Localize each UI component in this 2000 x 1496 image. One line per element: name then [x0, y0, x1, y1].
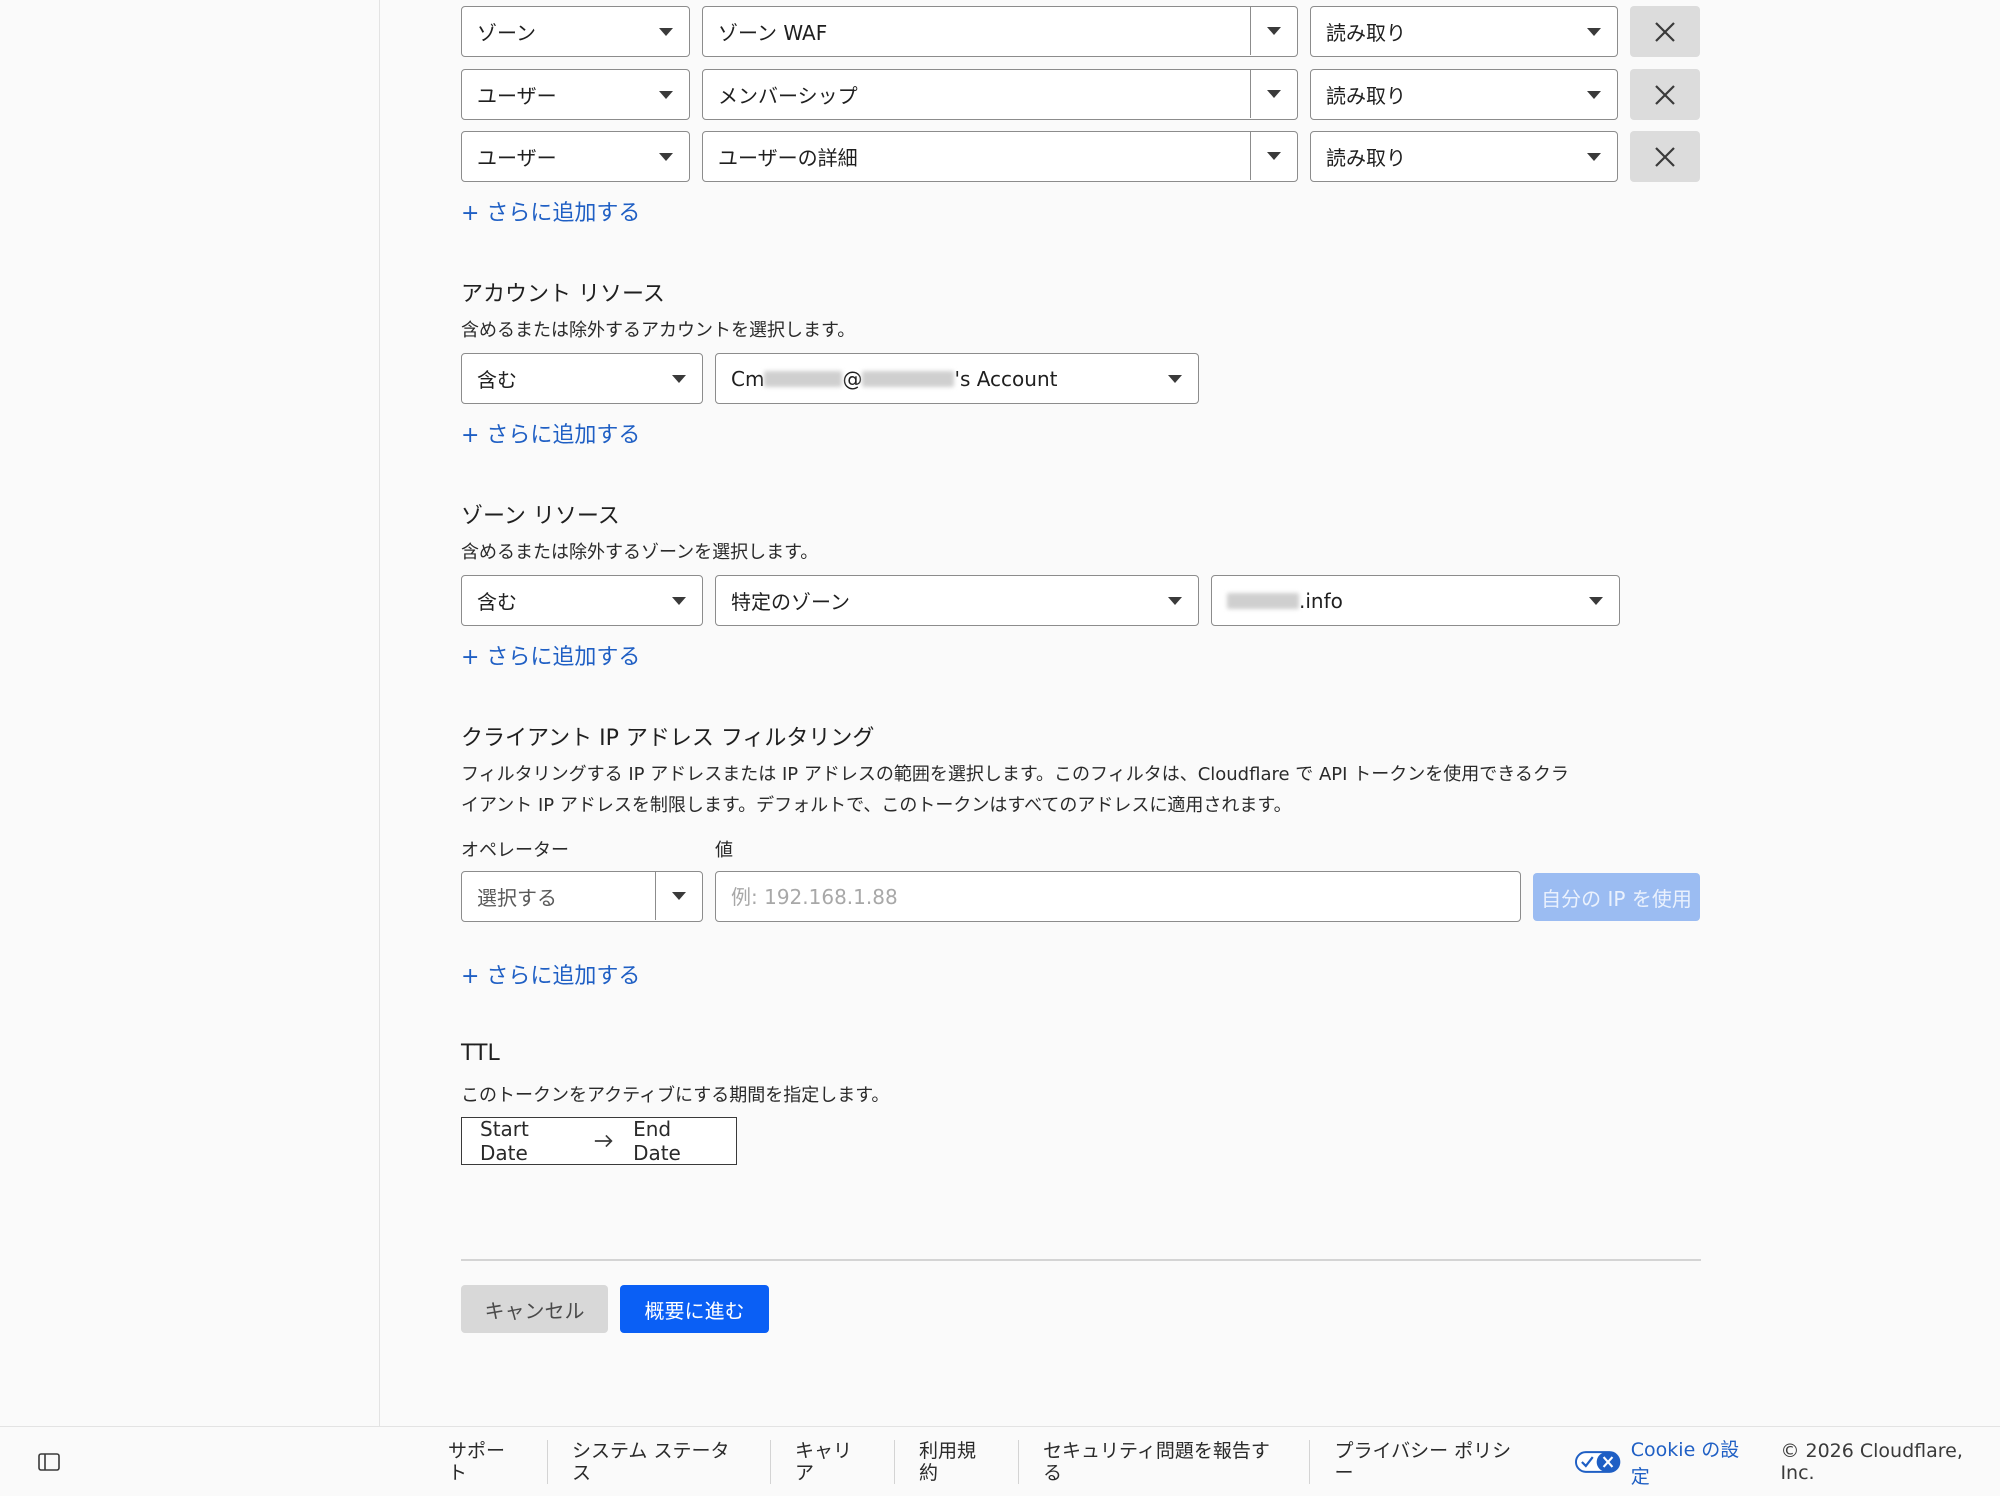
zone-include-select[interactable]: 含む — [461, 575, 703, 626]
permission-item-select[interactable]: メンバーシップ — [702, 69, 1298, 120]
redacted-text — [764, 370, 843, 387]
footer-link-system-status[interactable]: システム ステータス — [548, 1440, 772, 1484]
dropdown-toggle[interactable] — [1250, 132, 1297, 180]
footer-link-terms[interactable]: 利用規約 — [895, 1440, 1019, 1484]
zone-resource-row: 含む 特定のゾーン .info — [461, 575, 1620, 626]
use-my-ip-button[interactable]: 自分の IP を使用 — [1533, 873, 1700, 921]
operator-label: オペレーター — [461, 840, 569, 861]
chevron-down-icon — [672, 892, 686, 900]
close-icon — [1655, 21, 1675, 42]
chevron-down-icon — [1267, 90, 1281, 98]
zone-resources-title: ゾーン リソース — [461, 504, 620, 529]
ttl-date-range-picker[interactable]: Start Date End Date — [461, 1117, 737, 1165]
copyright: © 2026 Cloudflare, Inc. — [1780, 1440, 1963, 1484]
ttl-title: TTL — [461, 1041, 500, 1066]
add-ip-filter-link[interactable]: + さらに追加する — [461, 958, 640, 990]
continue-to-summary-button[interactable]: 概要に進む — [620, 1285, 769, 1333]
footer-links: サポート システム ステータス キャリア 利用規約 セキュリティ問題を報告する … — [448, 1427, 2000, 1496]
chevron-down-icon — [1267, 152, 1281, 160]
add-zone-resource-link[interactable]: + さらに追加する — [461, 639, 640, 671]
permission-access-select[interactable]: 読み取り — [1310, 131, 1618, 182]
divider — [461, 1259, 1701, 1261]
permission-row: ユーザー メンバーシップ 読み取り — [461, 69, 1700, 120]
arrow-right-icon — [594, 1134, 613, 1148]
close-icon — [1655, 84, 1675, 105]
dropdown-toggle[interactable] — [655, 872, 702, 920]
ip-filtering-description-line2: イアント IP アドレスを制限します。デフォルトで、このトークンはすべてのアドレ… — [461, 795, 1292, 816]
permission-access-select[interactable]: 読み取り — [1310, 6, 1618, 57]
left-sidebar — [0, 0, 380, 1496]
ip-filtering-title: クライアント IP アドレス フィルタリング — [461, 726, 875, 751]
permission-row: ユーザー ユーザーの詳細 読み取り — [461, 131, 1700, 182]
cancel-button[interactable]: キャンセル — [461, 1285, 608, 1333]
start-date[interactable]: Start Date — [480, 1117, 575, 1165]
ttl-description: このトークンをアクティブにする期間を指定します。 — [461, 1085, 890, 1106]
permission-row: ゾーン ゾーン WAF 読み取り — [461, 6, 1700, 57]
chevron-down-icon — [672, 597, 686, 605]
account-include-select[interactable]: 含む — [461, 353, 703, 404]
account-resources-description: 含めるまたは除外するアカウントを選択します。 — [461, 320, 856, 341]
remove-row-button[interactable] — [1630, 131, 1700, 182]
chevron-down-icon — [1589, 597, 1603, 605]
chevron-down-icon — [659, 91, 673, 99]
redacted-text — [862, 370, 955, 387]
remove-row-button[interactable] — [1630, 6, 1700, 57]
account-resources-title: アカウント リソース — [461, 282, 665, 307]
ip-filtering-description-line1: フィルタリングする IP アドレスまたは IP アドレスの範囲を選択します。この… — [461, 764, 1569, 785]
chevron-down-icon — [672, 375, 686, 383]
footer-link-report-security[interactable]: セキュリティ問題を報告する — [1019, 1440, 1311, 1484]
dropdown-toggle[interactable] — [1250, 70, 1297, 118]
permission-access-select[interactable]: 読み取り — [1310, 69, 1618, 120]
dropdown-toggle[interactable] — [1250, 7, 1297, 55]
chevron-down-icon — [1168, 597, 1182, 605]
chevron-down-icon — [1267, 27, 1281, 35]
operator-select[interactable]: 選択する — [461, 871, 703, 922]
remove-row-button[interactable] — [1630, 69, 1700, 120]
add-permission-link[interactable]: + さらに追加する — [461, 195, 640, 227]
footer-link-support[interactable]: サポート — [448, 1440, 548, 1484]
chevron-down-icon — [1587, 91, 1601, 99]
privacy-toggle-icon — [1575, 1451, 1621, 1473]
ip-filter-row: 選択する 自分の IP を使用 — [461, 871, 1700, 922]
ip-value-input[interactable] — [715, 871, 1521, 922]
permission-type-select[interactable]: ユーザー — [461, 131, 690, 182]
footer-link-privacy[interactable]: プライバシー ポリシー — [1310, 1440, 1551, 1484]
chevron-down-icon — [1168, 375, 1182, 383]
account-resource-row: 含む Cm @ 's Account — [461, 353, 1199, 404]
account-select[interactable]: Cm @ 's Account — [715, 353, 1199, 404]
sidebar-toggle-icon[interactable] — [38, 1453, 60, 1471]
permission-type-select[interactable]: ユーザー — [461, 69, 690, 120]
value-label: 値 — [715, 840, 733, 861]
chevron-down-icon — [659, 153, 673, 161]
chevron-down-icon — [659, 28, 673, 36]
footer: サポート システム ステータス キャリア 利用規約 セキュリティ問題を報告する … — [0, 1426, 2000, 1496]
cookie-settings-link[interactable]: Cookie の設定 — [1551, 1435, 1756, 1489]
permission-item-select[interactable]: ユーザーの詳細 — [702, 131, 1298, 182]
chevron-down-icon — [1587, 28, 1601, 36]
end-date[interactable]: End Date — [633, 1117, 718, 1165]
zone-scope-select[interactable]: 特定のゾーン — [715, 575, 1199, 626]
add-account-resource-link[interactable]: + さらに追加する — [461, 417, 640, 449]
zone-resources-description: 含めるまたは除外するゾーンを選択します。 — [461, 542, 819, 563]
zone-select[interactable]: .info — [1211, 575, 1620, 626]
permission-type-select[interactable]: ゾーン — [461, 6, 690, 57]
permission-item-select[interactable]: ゾーン WAF — [702, 6, 1298, 57]
redacted-text — [1227, 592, 1299, 609]
close-icon — [1655, 146, 1675, 167]
footer-link-careers[interactable]: キャリア — [771, 1440, 895, 1484]
chevron-down-icon — [1587, 153, 1601, 161]
